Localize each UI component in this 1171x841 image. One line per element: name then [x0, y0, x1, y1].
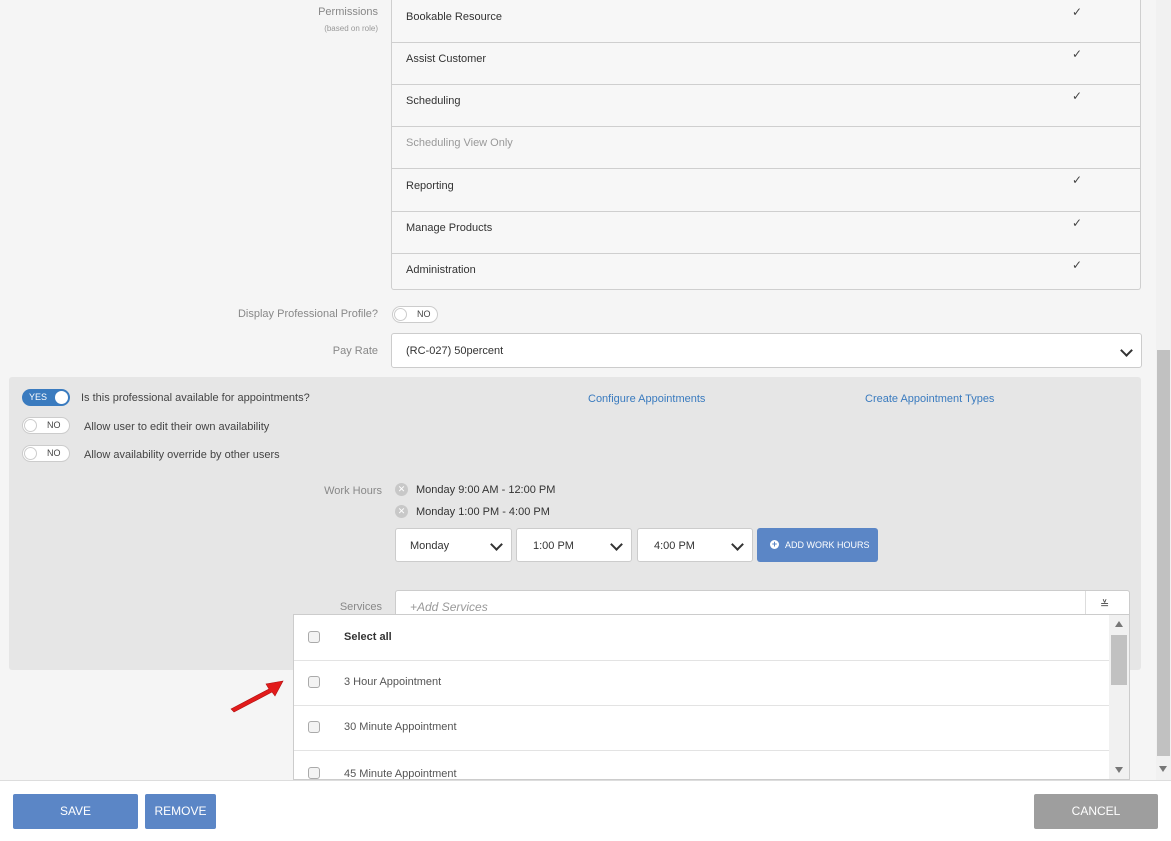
check-icon: ✓: [1072, 216, 1083, 230]
permission-label: Bookable Resource: [406, 11, 503, 23]
toggle-text: NO: [417, 309, 431, 319]
scrollbar-thumb[interactable]: [1157, 350, 1170, 756]
page-scrollbar[interactable]: [1156, 0, 1171, 780]
pay-rate-select[interactable]: (RC-027) 50percent: [391, 333, 1142, 368]
toggle-text: NO: [47, 420, 61, 430]
toggle-knob: [24, 419, 37, 432]
permission-row-scheduling-view-only[interactable]: Scheduling View Only: [392, 126, 1140, 169]
option-label: Select all: [344, 631, 392, 643]
scroll-up-icon[interactable]: [1115, 621, 1123, 627]
availability-override-toggle[interactable]: NO: [22, 445, 70, 462]
start-time-value: 1:00 PM: [533, 540, 574, 552]
services-label: Services: [339, 601, 382, 613]
permissions-table: Bookable Resource ✓ Assist Customer ✓ Sc…: [391, 0, 1141, 290]
dropdown-scrollbar[interactable]: [1109, 615, 1129, 779]
toggle-text: NO: [47, 448, 61, 458]
available-toggle[interactable]: YES: [22, 389, 70, 406]
availability-override-label: Allow availability override by other use…: [84, 449, 280, 461]
profile-toggle[interactable]: NO: [392, 306, 438, 323]
permission-row-bookable-resource[interactable]: Bookable Resource ✓: [392, 0, 1140, 43]
service-option[interactable]: 30 Minute Appointment: [294, 705, 1109, 751]
chevron-down-icon: [490, 538, 503, 551]
end-time-value: 4:00 PM: [654, 540, 695, 552]
check-icon: ✓: [1072, 89, 1083, 103]
scroll-down-icon[interactable]: [1115, 767, 1123, 773]
permissions-sublabel: (based on role): [324, 24, 378, 33]
pointer-arrow-icon: [230, 680, 284, 713]
check-icon: ✓: [1072, 258, 1083, 272]
service-option[interactable]: 45 Minute Appointment: [294, 750, 1109, 780]
end-time-select[interactable]: 4:00 PM: [637, 528, 753, 562]
permission-label: Manage Products: [406, 222, 493, 234]
permission-row-administration[interactable]: Administration ✓: [392, 253, 1140, 295]
permission-row-scheduling[interactable]: Scheduling ✓: [392, 84, 1140, 127]
permission-row-manage-products[interactable]: Manage Products ✓: [392, 211, 1140, 254]
chevron-down-icon: [1120, 344, 1133, 357]
available-label: Is this professional available for appoi…: [81, 392, 310, 404]
permission-row-reporting[interactable]: Reporting ✓: [392, 168, 1140, 212]
toggle-text: YES: [29, 392, 48, 402]
permission-label: Assist Customer: [406, 53, 487, 65]
services-dropdown: Select all 3 Hour Appointment 30 Minute …: [293, 614, 1130, 780]
add-work-hours-label: ADD WORK HOURS: [785, 540, 870, 550]
double-chevron-down-icon[interactable]: ≚: [1100, 600, 1109, 611]
cancel-button[interactable]: CANCEL: [1034, 794, 1158, 829]
permission-label: Reporting: [406, 180, 454, 192]
option-label: 30 Minute Appointment: [344, 721, 457, 733]
chevron-down-icon: [610, 538, 623, 551]
toggle-knob: [24, 447, 37, 460]
work-hours-entry: Monday 9:00 AM - 12:00 PM: [416, 484, 556, 496]
plus-circle-icon: +: [770, 539, 779, 549]
pay-rate-label: Pay Rate: [332, 345, 378, 357]
scroll-down-icon[interactable]: [1159, 766, 1167, 772]
check-icon: ✓: [1072, 5, 1083, 19]
permissions-label: Permissions: [318, 6, 378, 18]
profile-label: Display Professional Profile?: [237, 308, 378, 320]
permission-label: Administration: [406, 264, 476, 276]
checkbox[interactable]: [308, 767, 320, 779]
option-label: 3 Hour Appointment: [344, 676, 442, 688]
toggle-knob: [55, 391, 68, 404]
remove-icon[interactable]: ✕: [395, 483, 408, 496]
scrollbar-thumb[interactable]: [1111, 635, 1127, 685]
select-all-option[interactable]: Select all: [294, 615, 1109, 661]
chevron-down-icon: [731, 538, 744, 551]
day-select[interactable]: Monday: [395, 528, 512, 562]
check-icon: ✓: [1072, 173, 1083, 187]
remove-icon[interactable]: ✕: [395, 505, 408, 518]
permission-row-assist-customer[interactable]: Assist Customer ✓: [392, 42, 1140, 85]
service-option[interactable]: 3 Hour Appointment: [294, 660, 1109, 706]
start-time-select[interactable]: 1:00 PM: [516, 528, 632, 562]
check-icon: ✓: [1072, 47, 1083, 61]
checkbox[interactable]: [308, 676, 320, 688]
add-work-hours-button[interactable]: + ADD WORK HOURS: [757, 528, 878, 562]
checkbox[interactable]: [308, 721, 320, 733]
remove-button[interactable]: REMOVE: [145, 794, 216, 829]
permission-label: Scheduling: [406, 95, 461, 107]
pay-rate-value: (RC-027) 50percent: [406, 345, 504, 357]
permission-label: Scheduling View Only: [406, 137, 513, 149]
edit-own-availability-label: Allow user to edit their own availabilit…: [84, 421, 270, 433]
create-appointment-types-link[interactable]: Create Appointment Types: [865, 393, 994, 405]
edit-own-availability-toggle[interactable]: NO: [22, 417, 70, 434]
configure-appointments-link[interactable]: Configure Appointments: [588, 393, 705, 405]
option-label: 45 Minute Appointment: [344, 768, 457, 780]
checkbox[interactable]: [308, 631, 320, 643]
work-hours-label: Work Hours: [324, 485, 382, 497]
work-hours-entry: Monday 1:00 PM - 4:00 PM: [416, 506, 550, 518]
toggle-knob: [394, 308, 407, 321]
day-value: Monday: [410, 540, 450, 552]
save-button[interactable]: SAVE: [13, 794, 138, 829]
